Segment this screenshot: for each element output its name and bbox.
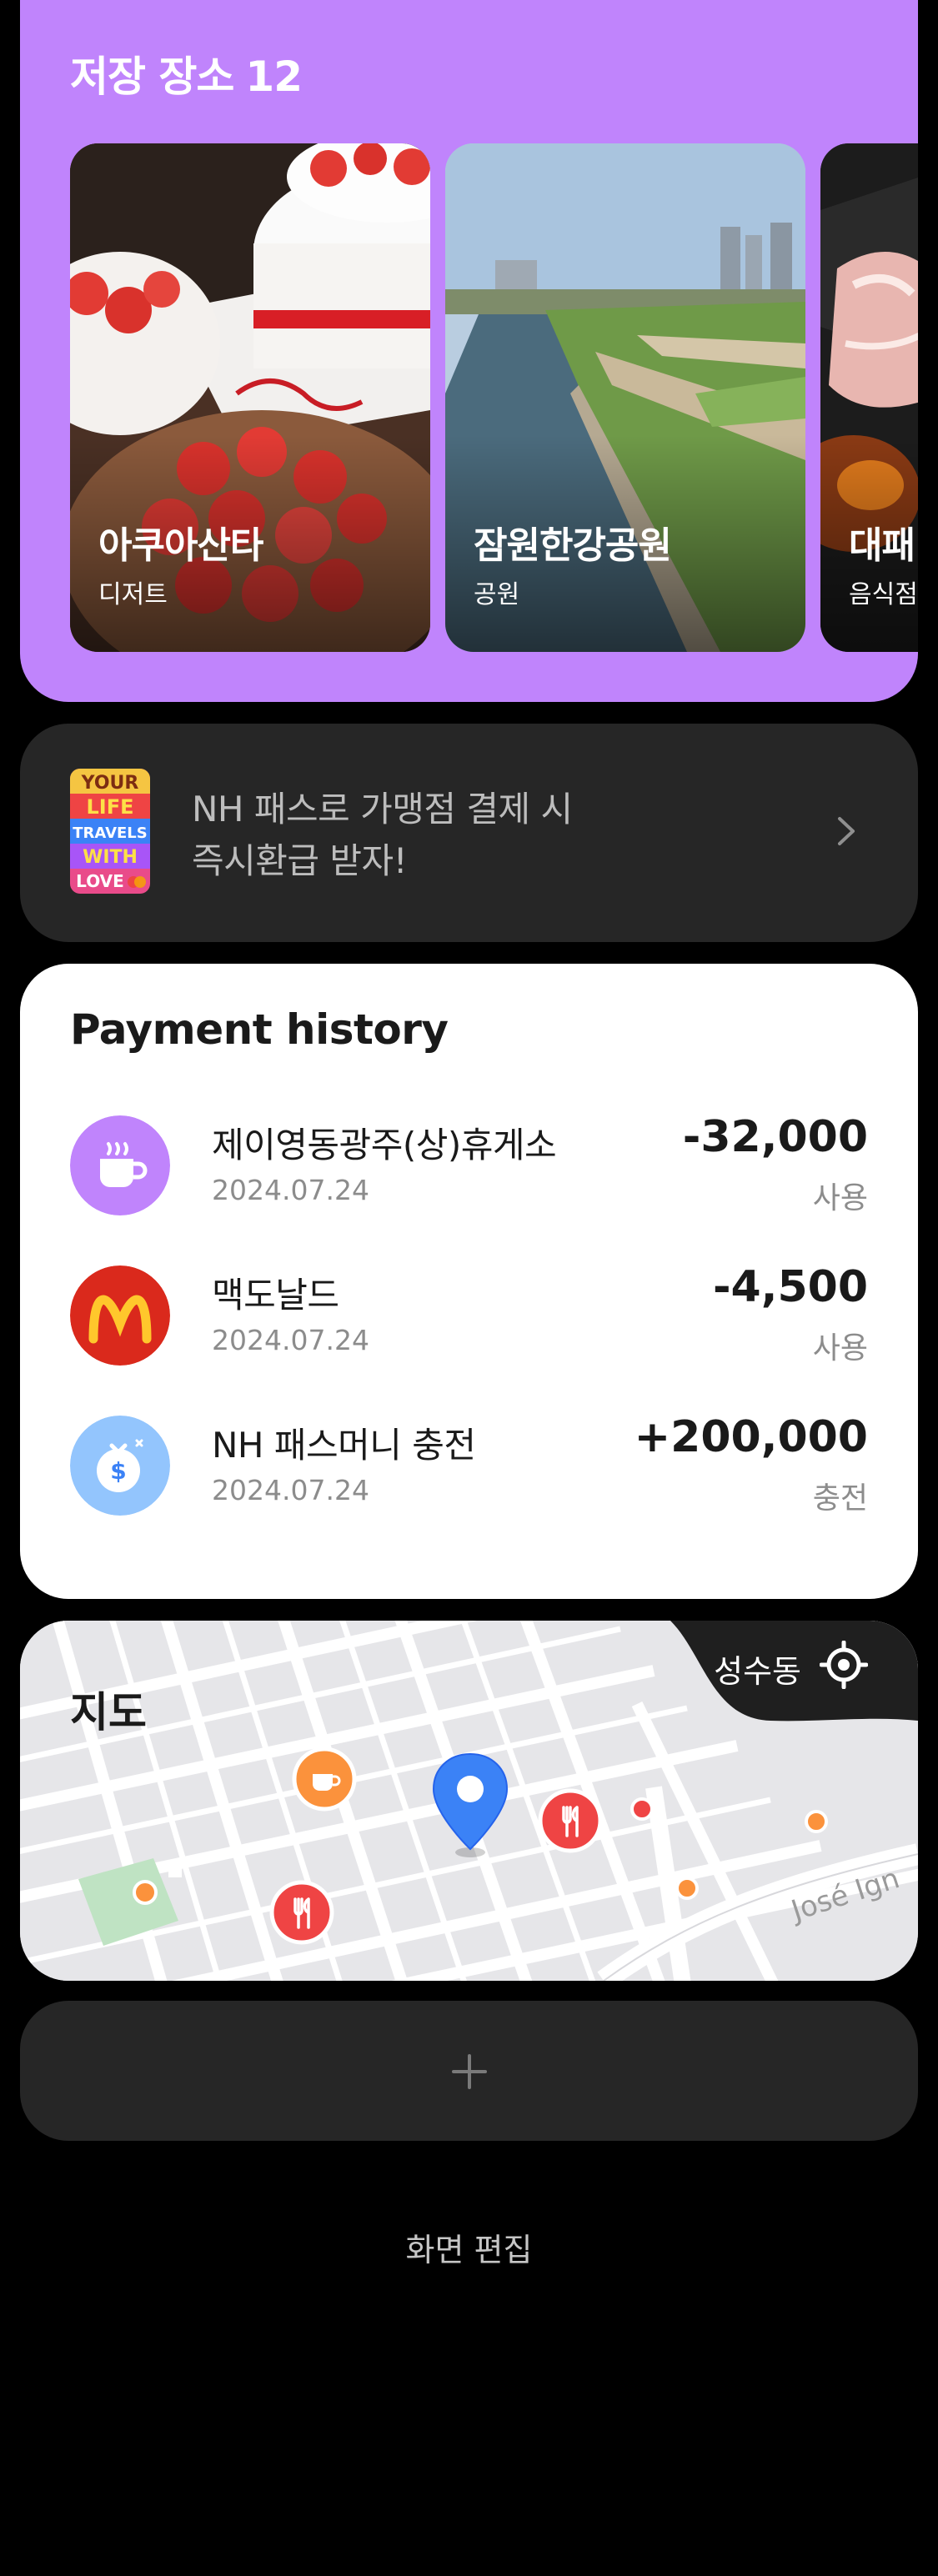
payment-history-title[interactable]: Payment history [70, 1005, 449, 1054]
current-location-pin-icon[interactable] [429, 1751, 512, 1859]
svg-text:TRAVELS: TRAVELS [73, 824, 148, 842]
payment-row[interactable]: 제이영동광주(상)휴게소 2024.07.24 -32,000 사용 [20, 1107, 918, 1224]
place-name: 잠원한강공원 [474, 524, 672, 567]
place-category: 디저트 [98, 580, 168, 609]
edit-screen-button[interactable]: 화면 편집 [0, 2224, 938, 2270]
money-bag-icon: $ [70, 1416, 170, 1516]
payment-date: 2024.07.24 [212, 1474, 369, 1506]
svg-text:LOVE: LOVE [76, 871, 124, 891]
place-card-aquasanta[interactable]: 아쿠아산타 디저트 [70, 143, 430, 652]
chevron-right-icon[interactable] [825, 810, 866, 852]
add-widget-button[interactable] [20, 2001, 918, 2141]
payment-amount: +200,000 [634, 1412, 868, 1462]
svg-text:LIFE: LIFE [86, 795, 133, 819]
place-category: 음식점 [849, 580, 918, 609]
svg-text:YOUR: YOUR [81, 773, 139, 794]
saved-places-widget: 저장 장소 12 아쿠아산타 디저트 잠원한강공원 공원 대패 음식점 [20, 0, 918, 702]
restaurant-marker-icon[interactable] [537, 1787, 604, 1854]
map-title: 지도 [70, 1688, 147, 1737]
map-widget[interactable]: José Ign 지도 성수동 [20, 1621, 918, 1981]
merchant-name: NH 패스머니 충전 [212, 1425, 476, 1466]
place-card-daepae[interactable]: 대패 음식점 [820, 143, 918, 652]
home-screen: 저장 장소 12 아쿠아산타 디저트 잠원한강공원 공원 대패 음식점 YOUR… [0, 0, 938, 2576]
merchant-name: 맥도날드 [212, 1275, 339, 1316]
payment-row[interactable]: 맥도날드 2024.07.24 -4,500 사용 [20, 1257, 918, 1374]
svg-text:$: $ [110, 1457, 126, 1485]
merchant-name: 제이영동광주(상)휴게소 [212, 1125, 557, 1165]
payment-type: 사용 [812, 1181, 868, 1215]
map-location-label[interactable]: 성수동 [714, 1646, 801, 1691]
restaurant-marker-icon[interactable] [268, 1879, 335, 1946]
place-name: 아쿠아산타 [98, 524, 263, 567]
cafe-marker-icon[interactable] [291, 1746, 358, 1812]
saved-places-count: 12 [245, 53, 303, 101]
payment-row[interactable]: $ NH 패스머니 충전 2024.07.24 +200,000 충전 [20, 1407, 918, 1524]
place-card-jamwon-park[interactable]: 잠원한강공원 공원 [445, 143, 805, 652]
place-name: 대패 [849, 524, 915, 567]
payment-amount: -4,500 [712, 1262, 868, 1312]
saved-places-title[interactable]: 저장 장소 12 [70, 43, 303, 103]
crosshair-location-icon[interactable] [820, 1641, 868, 1689]
promo-text: NH 패스로 가맹점 결제 시 즉시환급 받자! [192, 789, 573, 881]
payment-amount: -32,000 [682, 1112, 868, 1162]
plus-icon [452, 2054, 487, 2089]
coffee-cup-icon [70, 1115, 170, 1215]
payment-date: 2024.07.24 [212, 1324, 369, 1356]
payment-type: 충전 [812, 1481, 868, 1516]
payment-history-widget: Payment history 제이영동광주(상)휴게소 2024.07.24 … [20, 964, 918, 1599]
place-category: 공원 [474, 580, 520, 609]
promo-banner[interactable]: YOUR LIFE TRAVELS WITH LOVE NH 패스로 가맹점 결… [20, 724, 918, 942]
promo-thumbnail: YOUR LIFE TRAVELS WITH LOVE [70, 769, 150, 894]
payment-type: 사용 [812, 1331, 868, 1366]
svg-text:WITH: WITH [83, 847, 138, 868]
payment-date: 2024.07.24 [212, 1174, 369, 1206]
mcdonalds-logo-icon [70, 1265, 170, 1366]
